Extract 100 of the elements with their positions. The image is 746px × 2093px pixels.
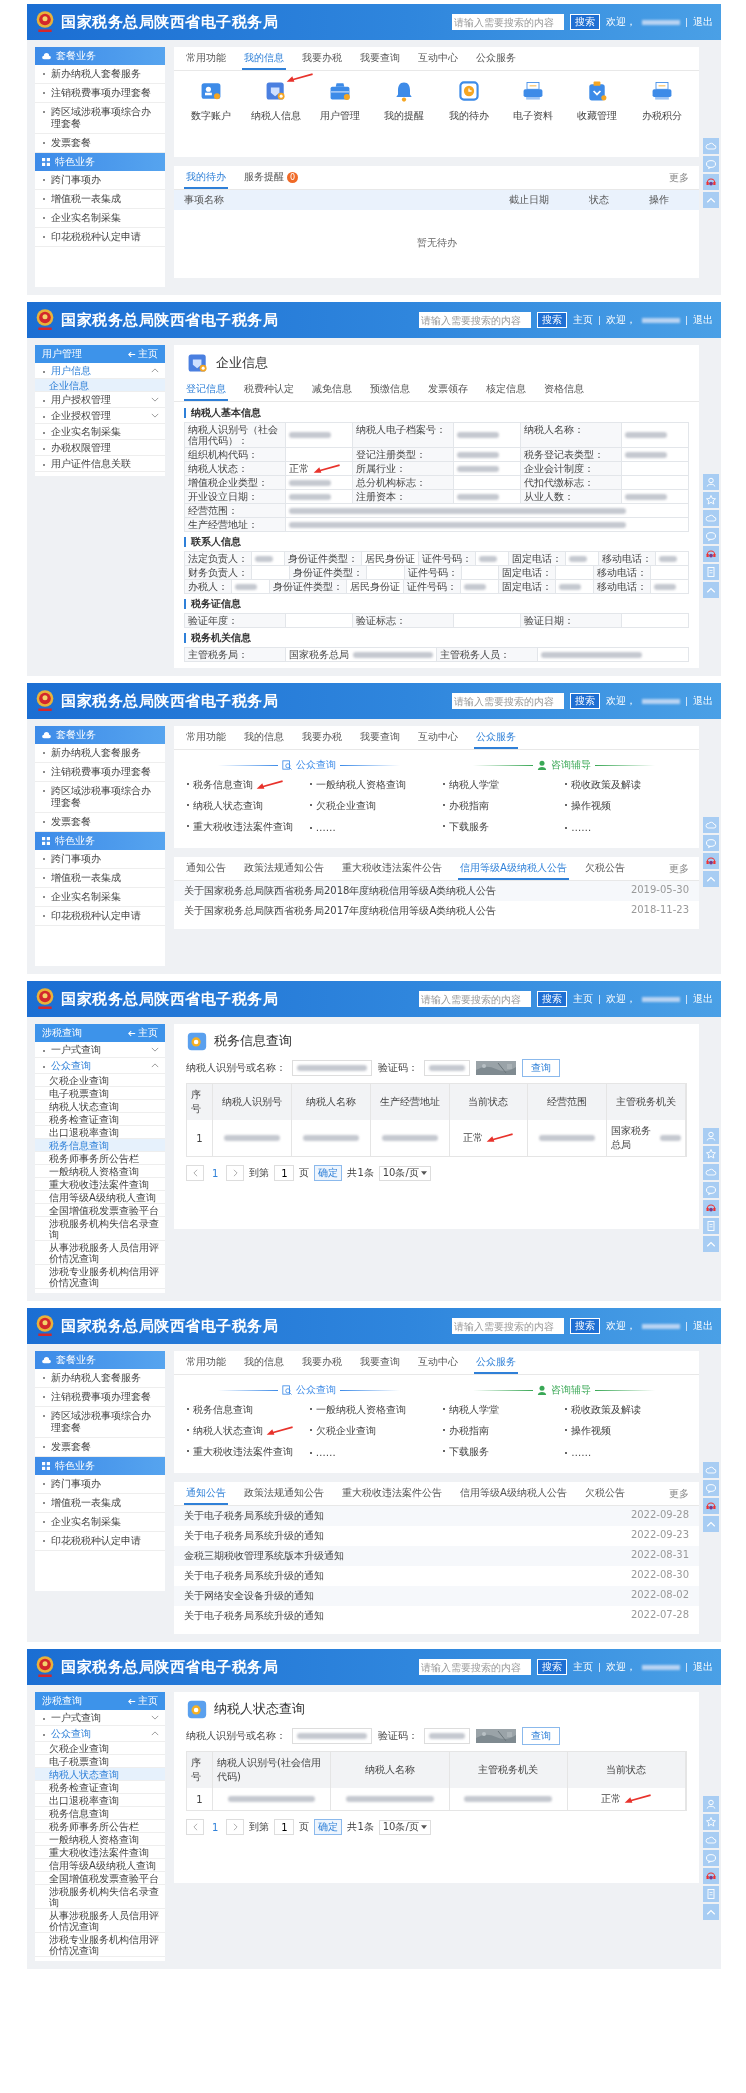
submenu-item[interactable]: 信用等级A级纳税人查询	[35, 1859, 165, 1872]
page-input[interactable]: 1	[274, 1819, 295, 1835]
sidebar-item[interactable]: 跨门事项办	[35, 1475, 165, 1494]
search-field[interactable]: 请输入需要搜索的内容	[452, 14, 564, 30]
notice-link[interactable]: 金税三期税收管理系统版本升级通知	[184, 1549, 344, 1563]
app-label[interactable]: 收藏管理	[577, 109, 618, 123]
captcha-field[interactable]	[424, 1728, 470, 1744]
app-label[interactable]: 我的待办	[448, 109, 489, 123]
app-label[interactable]: 数字账户	[191, 109, 232, 123]
sidebar-item[interactable]: 跨区域涉税事项综合办理套餐	[35, 782, 165, 813]
taxpayer-id-field[interactable]	[292, 1060, 372, 1076]
tab[interactable]: 我要查询	[358, 47, 402, 70]
tab[interactable]: 我要查询	[358, 1351, 402, 1374]
tab[interactable]: 信用等级A级纳税人公告	[458, 1482, 569, 1505]
chevron-up-icon[interactable]	[151, 1731, 159, 1736]
submenu-item[interactable]: 税务信息查询	[35, 1139, 165, 1152]
tab[interactable]: 互动中心	[416, 726, 460, 749]
query-button[interactable]: 查询	[522, 1727, 560, 1745]
search-button[interactable]: 搜索	[537, 312, 567, 328]
tab[interactable]: 互动中心	[416, 1351, 460, 1374]
search-field[interactable]: 请输入需要搜索的内容	[452, 693, 564, 709]
menu-item[interactable]: 用户信息	[35, 363, 151, 378]
app-label[interactable]: 纳税人信息	[250, 109, 301, 123]
submenu-item[interactable]: 重大税收违法案件查询	[35, 1178, 165, 1191]
chevron-down-icon[interactable]	[151, 1715, 159, 1720]
tab[interactable]: 重大税收违法案件公告	[340, 857, 444, 880]
submenu-item[interactable]: 税务师事务所公告栏	[35, 1152, 165, 1165]
notice-link[interactable]: 关于国家税务总局陕西省税务局2017年度纳税信用等级A类纳税人公告	[184, 904, 497, 918]
chevron-down-icon[interactable]	[151, 397, 159, 402]
back-arrow-icon[interactable]	[128, 1697, 136, 1705]
service-link[interactable]: 欠税企业查询	[308, 799, 376, 813]
submenu-item[interactable]: 纳税人状态查询	[35, 1100, 165, 1113]
service-link[interactable]: 重大税收违法案件查询	[186, 820, 293, 834]
search-button[interactable]: 搜索	[570, 693, 600, 709]
page-number[interactable]: 1	[209, 1821, 222, 1833]
notice-link[interactable]: 关于网络安全设备升级的通知	[184, 1589, 314, 1603]
person-icon[interactable]	[703, 1796, 719, 1813]
submenu-item[interactable]: 重大税收违法案件查询	[35, 1846, 165, 1859]
search-field[interactable]: 请输入需要搜索的内容	[419, 1659, 531, 1675]
headset-icon[interactable]	[703, 546, 719, 563]
app-label[interactable]: 办税积分	[641, 109, 682, 123]
service-link[interactable]: 纳税人学堂	[441, 1403, 499, 1417]
chevron-down-icon[interactable]	[151, 413, 159, 418]
service-link[interactable]: 税务信息查询	[186, 778, 253, 792]
cloud-icon[interactable]	[703, 510, 719, 527]
submenu-item[interactable]: 税务信息查询	[35, 1807, 165, 1820]
service-link[interactable]: 税收政策及解读	[564, 1403, 642, 1417]
notice-link[interactable]: 关于国家税务总局陕西省税务局2018年度纳税信用等级A类纳税人公告	[184, 884, 497, 898]
tab[interactable]: 公众服务	[474, 1351, 518, 1374]
tab[interactable]: 公众服务	[474, 726, 518, 749]
service-link[interactable]: 税务信息查询	[186, 1403, 253, 1417]
submenu-item[interactable]: 全国增值税发票查验平台	[35, 1204, 165, 1217]
taxpayer-id-field[interactable]	[292, 1728, 372, 1744]
submenu-item[interactable]: 涉税专业服务机构信用评价情况查询	[35, 1265, 165, 1289]
submenu-item[interactable]: 信用等级A级纳税人查询	[35, 1191, 165, 1204]
menu-item[interactable]: 办税权限管理	[35, 440, 159, 455]
service-link[interactable]: 纳税人学堂	[441, 778, 499, 792]
submenu-item[interactable]: 出口退税率查询	[35, 1794, 165, 1807]
sidebar-item[interactable]: 注销税费事项办理套餐	[35, 1388, 165, 1407]
more-link[interactable]: 更多	[669, 170, 689, 185]
caret-down-icon[interactable]	[420, 1825, 427, 1829]
service-link[interactable]: ……	[308, 821, 336, 833]
submenu-item[interactable]: 全国增值税发票查验平台	[35, 1872, 165, 1885]
tab[interactable]: 常用功能	[184, 726, 228, 749]
sidebar-item[interactable]: 增值税一表集成	[35, 869, 165, 888]
notice-link[interactable]: 关于电子税务局系统升级的通知	[184, 1509, 324, 1523]
caret-down-icon[interactable]	[420, 1171, 427, 1175]
notice-link[interactable]: 关于电子税务局系统升级的通知	[184, 1609, 324, 1623]
app-label[interactable]: 用户管理	[319, 109, 360, 123]
service-link[interactable]: 办税指南	[441, 799, 489, 813]
sidebar-item[interactable]: 印花税税种认定申请	[35, 1532, 165, 1551]
sidebar-item[interactable]: 新办纳税人套餐服务	[35, 744, 165, 763]
notice-link[interactable]: 关于电子税务局系统升级的通知	[184, 1529, 324, 1543]
more-link[interactable]: 更多	[669, 861, 689, 876]
service-link[interactable]: 税收政策及解读	[564, 778, 642, 792]
submenu-item[interactable]: 企业信息	[35, 379, 165, 392]
sidebar-item[interactable]: 跨区域涉税事项综合办理套餐	[35, 1407, 165, 1438]
next-page-button[interactable]	[226, 1819, 245, 1835]
service-link[interactable]: 欠税企业查询	[308, 1424, 376, 1438]
search-button[interactable]: 搜索	[570, 1318, 600, 1334]
tab[interactable]: 我的信息	[242, 1351, 286, 1374]
app-label[interactable]: 我的提醒	[384, 109, 425, 123]
service-link[interactable]: 操作视频	[564, 1424, 612, 1438]
service-link[interactable]: ……	[564, 821, 592, 833]
tab[interactable]: 发票领存	[426, 378, 470, 401]
submenu-item[interactable]: 涉税专业服务机构信用评价情况查询	[35, 1933, 165, 1957]
submenu-item[interactable]: 欠税企业查询	[35, 1742, 165, 1755]
search-button[interactable]: 搜索	[537, 991, 567, 1007]
search-field[interactable]: 请输入需要搜索的内容	[419, 312, 531, 328]
menu-item[interactable]: 公众查询	[35, 1726, 151, 1741]
person-icon[interactable]	[703, 1128, 719, 1145]
sidebar-item[interactable]: 企业实名制采集	[35, 888, 165, 907]
menu-item[interactable]: 一户式查询	[35, 1042, 151, 1057]
page-size-select[interactable]: 10条/页	[378, 1165, 431, 1181]
service-link[interactable]: 办税指南	[441, 1424, 489, 1438]
search-button[interactable]: 搜索	[537, 1659, 567, 1675]
search-field[interactable]: 请输入需要搜索的内容	[452, 1318, 564, 1334]
search-field[interactable]: 请输入需要搜索的内容	[419, 991, 531, 1007]
tab[interactable]: 登记信息	[184, 378, 228, 401]
tab[interactable]: 常用功能	[184, 1351, 228, 1374]
